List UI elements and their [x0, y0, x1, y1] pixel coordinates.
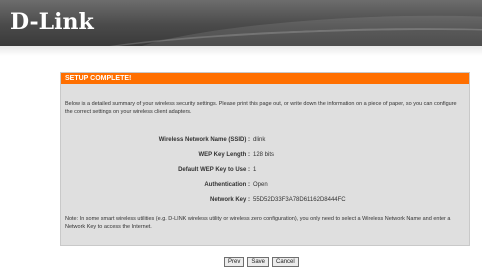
field-label-wep-key-length: WEP Key Length : [198, 152, 250, 158]
field-label-network-key: Network Key : [209, 197, 250, 203]
cancel-button[interactable]: Cancel [272, 257, 299, 267]
field-value-network-key: 55D52D33F3A78D61162D8444FC [253, 197, 346, 203]
save-button[interactable]: Save [247, 257, 270, 267]
panel-title: SETUP COMPLETE! [61, 73, 469, 84]
intro-text: Below is a detailed summary of your wire… [65, 101, 457, 115]
header-shadow [0, 46, 482, 56]
field-value-wep-key-length: 128 bits [253, 152, 275, 158]
field-value-authentication: Open [253, 182, 268, 188]
field-value-default-wep-key: 1 [253, 167, 257, 173]
field-row-default-wep-key: Default WEP Key to Use : 1 [61, 165, 469, 175]
header-banner: D-Link [0, 0, 482, 46]
setup-complete-panel: SETUP COMPLETE! Below is a detailed summ… [60, 72, 470, 267]
field-value-ssid: dlink [253, 137, 266, 143]
button-bar: Prev Save Cancel [224, 257, 299, 267]
field-label-default-wep-key: Default WEP Key to Use : [178, 167, 250, 173]
field-row-wep-key-length: WEP Key Length : 128 bits [61, 150, 469, 160]
dlink-logo: D-Link [10, 9, 94, 35]
prev-button[interactable]: Prev [224, 257, 245, 267]
field-label-ssid: Wireless Network Name (SSID) : [158, 137, 250, 143]
field-row-authentication: Authentication : Open [61, 180, 469, 190]
field-label-authentication: Authentication : [204, 182, 250, 188]
field-row-network-key: Network Key : 55D52D33F3A78D61162D8444FC [61, 195, 469, 205]
note-text: Note: In some smart wireless utilities (… [65, 216, 451, 230]
field-row-ssid: Wireless Network Name (SSID) : dlink [61, 135, 469, 145]
